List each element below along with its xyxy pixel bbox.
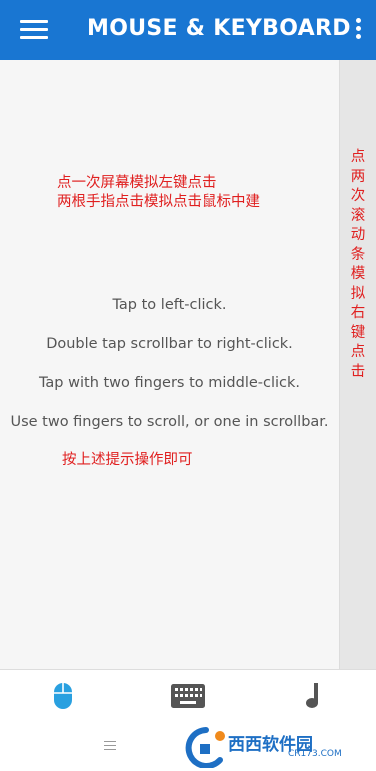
app-bar: MOUSE & KEYBOARD [0, 0, 376, 60]
instruction-middle-click: Tap with two fingers to middle-click. [38, 375, 301, 391]
more-vert-icon[interactable] [354, 17, 362, 43]
instruction-scroll: Use two fingers to scroll, or one in scr… [10, 414, 329, 430]
instruction-right-click: Double tap scrollbar to right-click. [46, 336, 293, 352]
tab-keyboard[interactable] [125, 670, 250, 722]
tab-mouse[interactable] [0, 670, 125, 722]
app-window: MOUSE & KEYBOARD 点一次屏幕模拟左键点击 两根手指点击模拟点击鼠… [0, 0, 376, 771]
bottom-tab-bar [0, 669, 376, 721]
touchpad-area[interactable] [0, 60, 339, 669]
annotation-scrollbar-right-click: 点两次滚动条模拟右键点击 [350, 149, 366, 380]
keyboard-icon [170, 684, 205, 708]
watermark-emblem-icon [185, 727, 225, 769]
mouse-icon [53, 683, 72, 709]
annotation-middle-click: 两根手指点击模拟点击鼠标中建 [57, 194, 260, 210]
annotation-left-click: 点一次屏幕模拟左键点击 [57, 175, 217, 191]
tab-media[interactable] [251, 670, 376, 722]
watermark-logo: 西西软件园 CR173.COM [176, 724, 368, 769]
music-note-icon [305, 683, 318, 708]
annotation-follow-tips: 按上述提示操作即可 [62, 452, 193, 468]
app-title: MOUSE & KEYBOARD [87, 16, 351, 41]
watermark-url: CR173.COM [288, 749, 342, 759]
instruction-left-click: Tap to left-click. [112, 297, 227, 313]
hamburger-menu-icon[interactable] [20, 18, 50, 42]
menu-lines-icon[interactable] [104, 740, 118, 752]
